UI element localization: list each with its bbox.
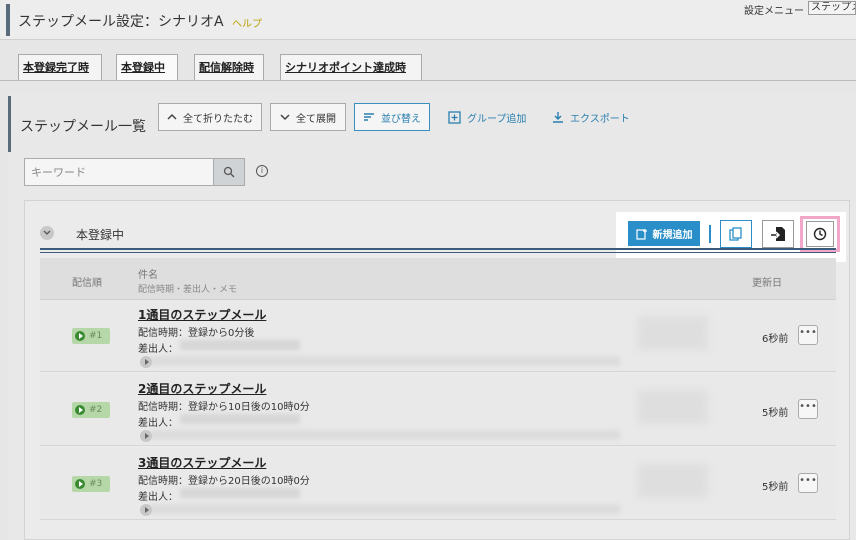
sender-redacted xyxy=(180,414,300,424)
step-select[interactable]: ステップメ xyxy=(808,1,856,15)
row-sender: 差出人： xyxy=(138,418,178,429)
search-input[interactable] xyxy=(24,158,214,186)
more-button[interactable]: ••• xyxy=(798,325,818,345)
clock-icon xyxy=(813,227,827,241)
row-title-link[interactable]: 2通目のステップメール xyxy=(138,380,266,397)
group-collapse-toggle[interactable] xyxy=(40,226,54,240)
sort-button[interactable]: 並び替え xyxy=(354,103,430,131)
order-number: #2 xyxy=(89,405,103,415)
order-badge: #3 xyxy=(72,476,110,492)
tab-registration-complete[interactable]: 本登録完了時 xyxy=(18,54,102,80)
tab-registering[interactable]: 本登録中 xyxy=(116,54,178,80)
group-name: 本登録中 xyxy=(76,228,125,242)
row-title-link[interactable]: 3通目のステップメール xyxy=(138,454,266,471)
row-expand-toggle[interactable] xyxy=(140,430,152,442)
row-title-link[interactable]: 1通目のステップメール xyxy=(138,306,266,323)
add-new-icon xyxy=(635,228,648,240)
play-icon xyxy=(75,405,85,415)
expand-all-label: 全て展開 xyxy=(296,113,336,125)
chevron-down-icon xyxy=(280,113,290,121)
search-icon xyxy=(223,166,235,178)
add-group-label: グループ追加 xyxy=(467,114,527,125)
row-sender: 差出人： xyxy=(138,344,178,355)
column-updated: 更新日 xyxy=(752,278,782,289)
export-label: エクスポート xyxy=(570,114,630,125)
tab-scenario-point[interactable]: シナリオポイント達成時 xyxy=(280,54,422,80)
expand-all-button[interactable]: 全て展開 xyxy=(270,103,346,131)
help-link[interactable]: ヘルプ xyxy=(232,15,262,30)
row-expand-toggle[interactable] xyxy=(140,356,152,368)
column-name: 件名 xyxy=(138,270,158,281)
copy-icon xyxy=(729,227,743,241)
import-icon xyxy=(770,226,786,242)
chevron-up-icon xyxy=(167,113,177,121)
settings-menu-link[interactable]: 設定メニュー xyxy=(744,2,804,17)
order-badge: #1 xyxy=(72,328,110,344)
list-title: ステップメール一覧 xyxy=(20,119,146,135)
row-updated: 5秒前 xyxy=(762,408,789,419)
info-icon[interactable]: i xyxy=(256,165,268,177)
sort-icon xyxy=(363,112,375,122)
import-button[interactable] xyxy=(762,220,794,248)
search-button[interactable] xyxy=(213,158,245,186)
memo-redacted xyxy=(150,504,620,514)
row-timing: 配信時期：登録から20日後の10時0分 xyxy=(138,476,310,487)
actions-separator xyxy=(709,225,711,243)
top-bar: ステップメール設定：シナリオA ヘルプ 設定メニュー ステップメ xyxy=(0,0,856,40)
add-group-icon xyxy=(448,111,461,124)
table-row[interactable]: #1 1通目のステップメール 配信時期：登録から0分後 差出人： 6秒前 ••• xyxy=(40,300,836,372)
row-timing: 配信時期：登録から0分後 xyxy=(138,328,255,339)
group-divider-thin xyxy=(40,252,836,253)
stats-redacted xyxy=(638,464,708,498)
play-icon xyxy=(75,331,85,341)
sort-label: 並び替え xyxy=(381,113,421,125)
more-button[interactable]: ••• xyxy=(798,473,818,493)
add-new-label: 新規追加 xyxy=(652,230,693,241)
row-timing: 配信時期：登録から10日後の10時0分 xyxy=(138,402,310,413)
column-name-sub: 配信時期・差出人・メモ xyxy=(138,285,238,295)
order-badge: #2 xyxy=(72,402,110,418)
tab-unsubscribe[interactable]: 配信解除時 xyxy=(194,54,264,80)
stats-redacted xyxy=(638,316,708,350)
export-link[interactable]: エクスポート xyxy=(552,110,630,125)
row-updated: 5秒前 xyxy=(762,482,789,493)
search-box xyxy=(24,158,245,186)
table-row[interactable]: #2 2通目のステップメール 配信時期：登録から10日後の10時0分 差出人： … xyxy=(40,374,836,446)
add-new-button[interactable]: 新規追加 xyxy=(628,221,700,246)
title-accent xyxy=(6,4,10,36)
row-expand-toggle[interactable] xyxy=(140,504,152,516)
schedule-highlight xyxy=(800,216,840,252)
collapse-all-button[interactable]: 全て折りたたむ xyxy=(158,103,262,131)
more-button[interactable]: ••• xyxy=(798,399,818,419)
tab-divider xyxy=(0,80,856,81)
row-updated: 6秒前 xyxy=(762,334,789,345)
copy-button[interactable] xyxy=(720,220,752,248)
add-group-link[interactable]: グループ追加 xyxy=(448,110,526,125)
collapse-all-label: 全て折りたたむ xyxy=(183,113,253,125)
sender-redacted xyxy=(180,340,300,350)
table-row[interactable]: #3 3通目のステップメール 配信時期：登録から20日後の10時0分 差出人： … xyxy=(40,448,836,520)
download-icon xyxy=(552,111,564,124)
schedule-button[interactable] xyxy=(806,221,834,247)
play-icon xyxy=(75,479,85,489)
group-divider xyxy=(40,248,836,250)
memo-redacted xyxy=(150,356,620,366)
chevron-down-icon xyxy=(43,230,51,236)
order-number: #3 xyxy=(89,479,103,489)
list-accent xyxy=(8,96,11,152)
order-number: #1 xyxy=(89,331,103,341)
row-sender: 差出人： xyxy=(138,492,178,503)
stats-redacted xyxy=(638,390,708,424)
column-order: 配信順 xyxy=(72,278,102,289)
memo-redacted xyxy=(150,430,620,440)
page-title: ステップメール設定：シナリオA xyxy=(18,14,224,30)
sender-redacted xyxy=(180,488,300,498)
